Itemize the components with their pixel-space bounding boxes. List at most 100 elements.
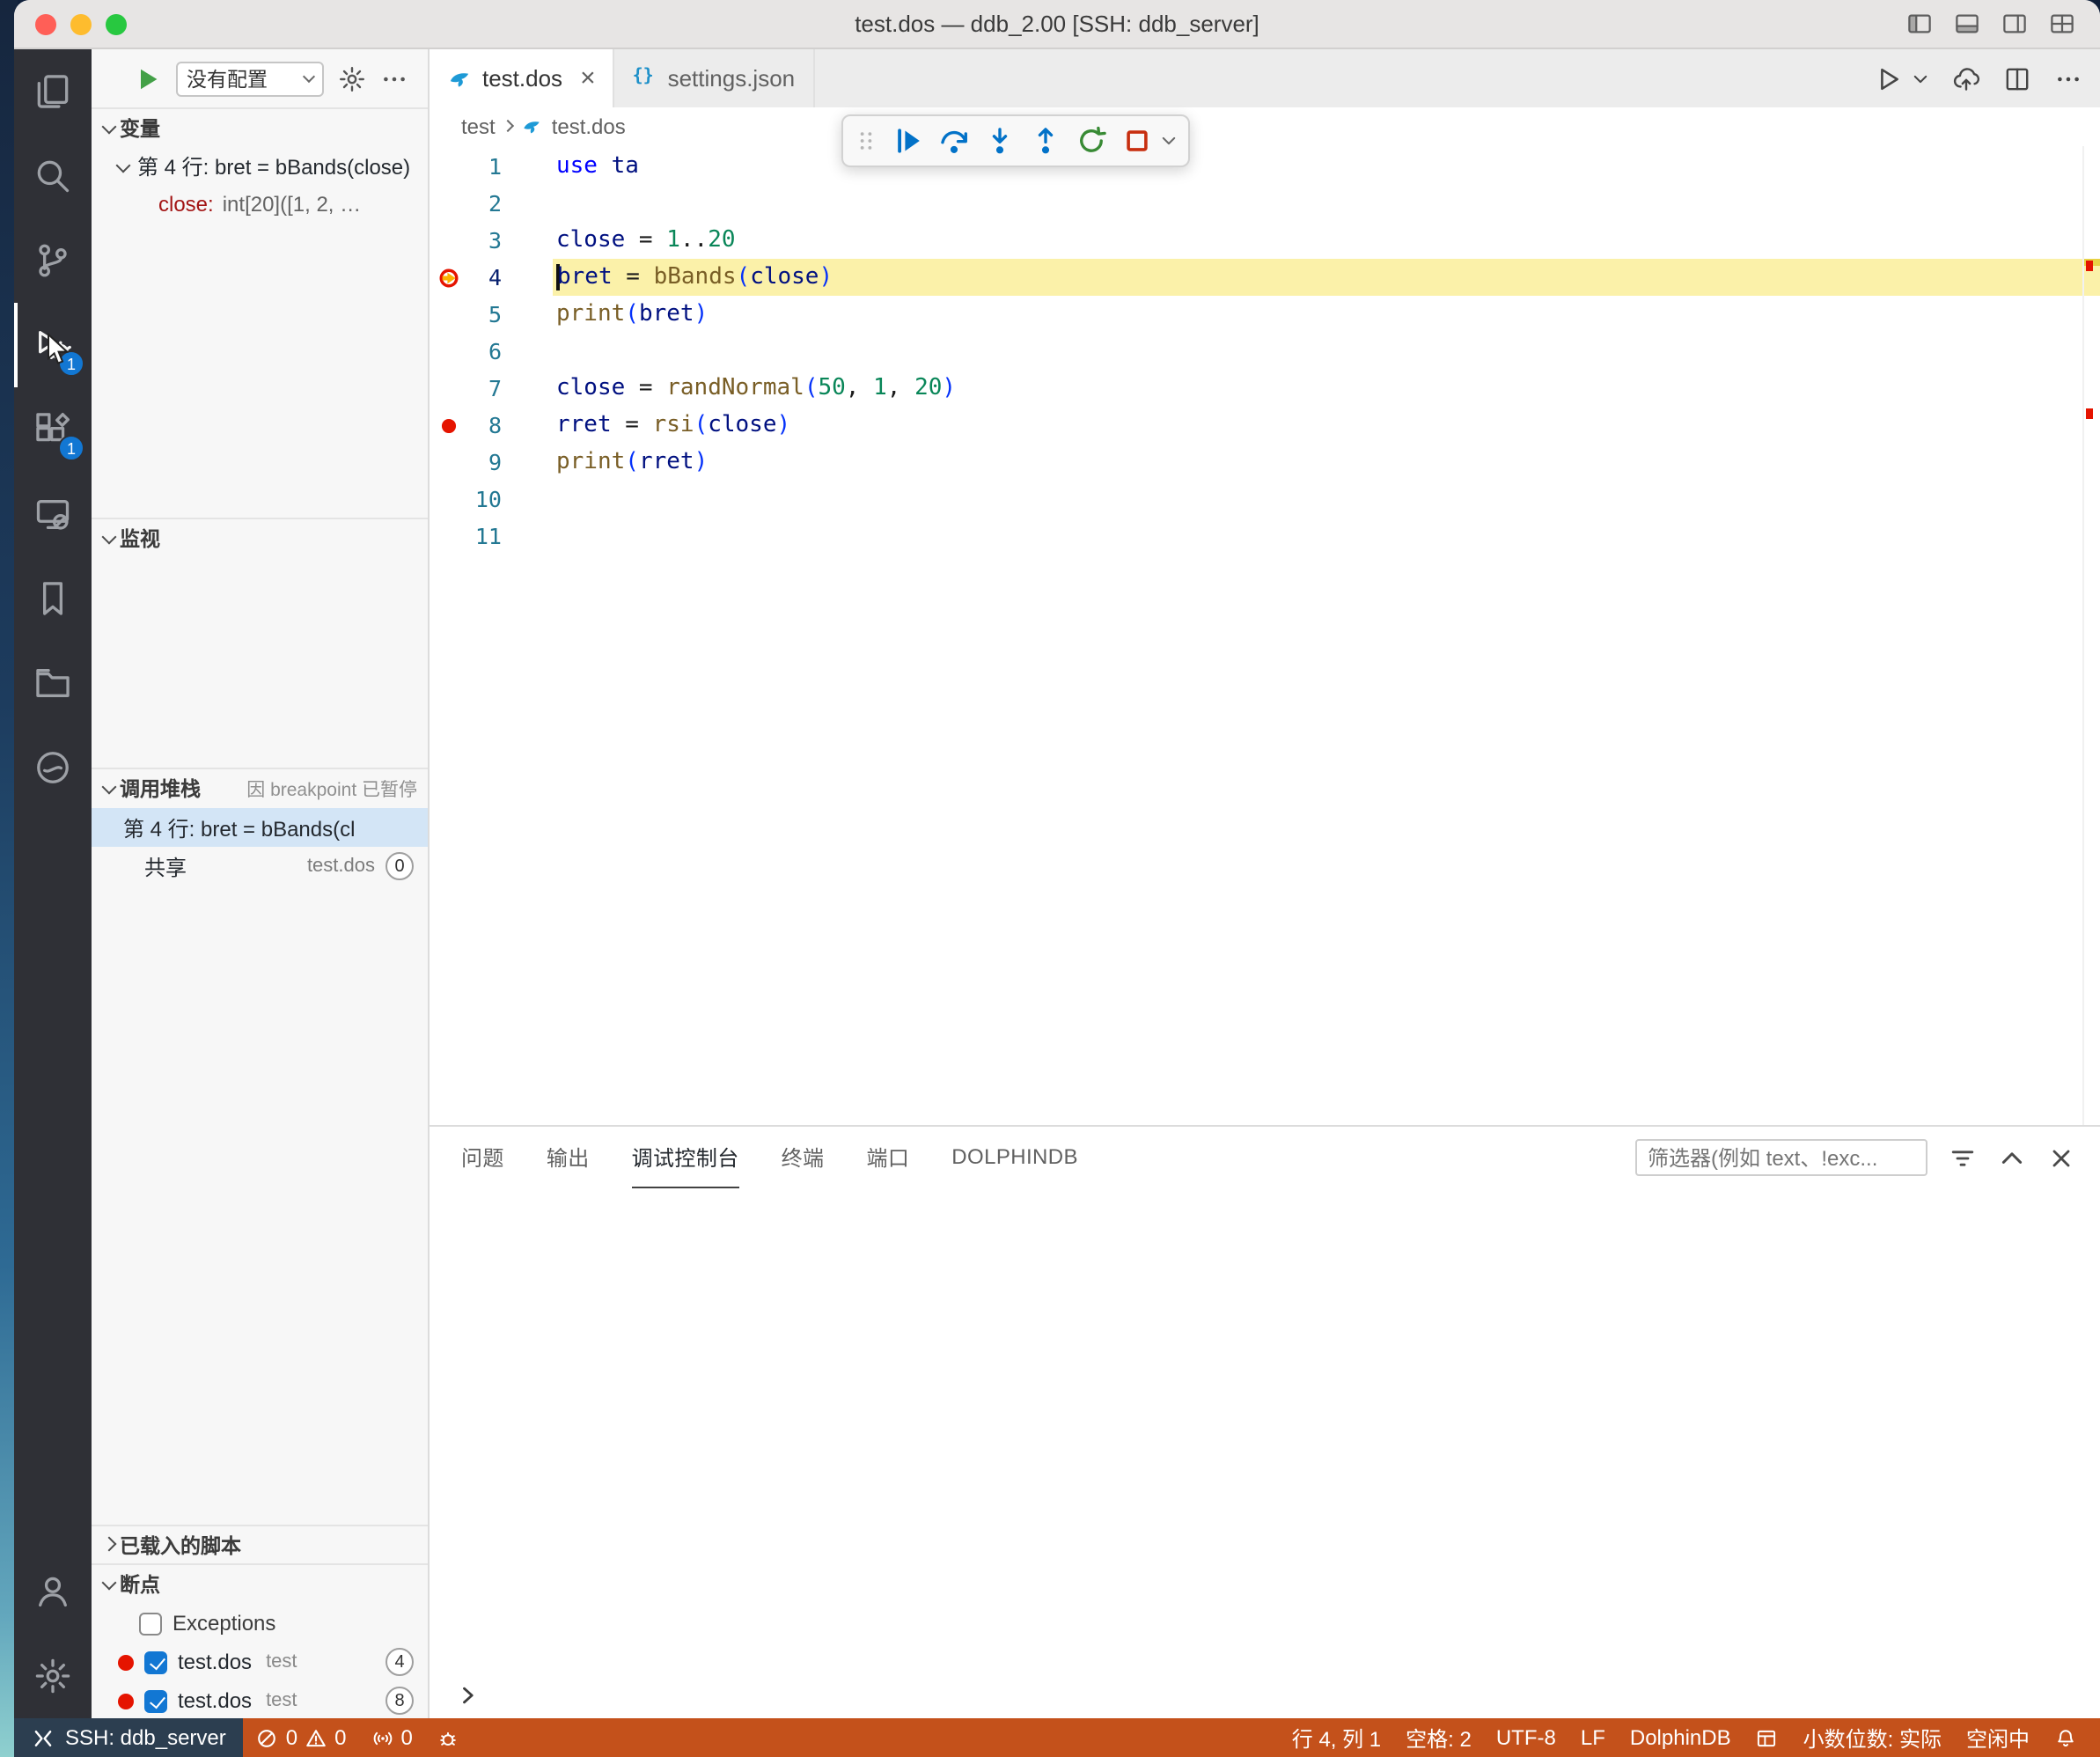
run-dropdown-icon[interactable] bbox=[1912, 70, 1929, 87]
panel-tab-DOLPHINDB[interactable]: DOLPHINDB bbox=[951, 1127, 1078, 1188]
breakpoint-checkbox[interactable] bbox=[144, 1650, 167, 1673]
activity-bookmarks[interactable] bbox=[14, 556, 92, 641]
more-editor-actions-icon[interactable] bbox=[2054, 64, 2082, 92]
code-line-3[interactable]: 3close = 1..20 bbox=[430, 222, 2100, 259]
line-number[interactable]: 1 bbox=[468, 148, 502, 185]
cursor-position-status[interactable]: 行 4, 列 1 bbox=[1280, 1718, 1393, 1757]
line-number[interactable]: 6 bbox=[468, 333, 502, 370]
breakpoints-header[interactable]: 断点 bbox=[92, 1565, 428, 1604]
eol-status[interactable]: LF bbox=[1568, 1718, 1618, 1757]
variables-scope-row[interactable]: 第 4 行: bret = bBands(close) bbox=[92, 148, 428, 185]
split-editor-icon[interactable] bbox=[2003, 64, 2031, 92]
panel-tab-终端[interactable]: 终端 bbox=[782, 1127, 825, 1188]
maximize-panel-icon[interactable] bbox=[1998, 1143, 2026, 1172]
activity-project-folders[interactable] bbox=[14, 641, 92, 725]
code-line-5[interactable]: 5print(bret) bbox=[430, 296, 2100, 333]
code-line-4[interactable]: 4bret = bBands(close) bbox=[430, 259, 2100, 296]
code-line-6[interactable]: 6 bbox=[430, 333, 2100, 370]
zoom-window-button[interactable] bbox=[106, 13, 127, 34]
run-file-icon[interactable] bbox=[1875, 64, 1903, 92]
toggle-panel-icon[interactable] bbox=[1954, 11, 1980, 37]
line-number[interactable]: 8 bbox=[468, 407, 502, 444]
exceptions-checkbox[interactable] bbox=[139, 1612, 162, 1635]
breakpoint-icon[interactable] bbox=[430, 413, 468, 437]
debug-status[interactable] bbox=[425, 1718, 473, 1757]
remote-indicator[interactable]: SSH: ddb_server bbox=[14, 1718, 244, 1757]
close-panel-icon[interactable] bbox=[2047, 1143, 2075, 1172]
panel-tab-输出[interactable]: 输出 bbox=[547, 1127, 590, 1188]
overview-ruler[interactable] bbox=[2082, 146, 2100, 1125]
line-number[interactable]: 4 bbox=[468, 259, 502, 296]
step-out-button[interactable] bbox=[1023, 120, 1068, 162]
encoding-status[interactable]: UTF-8 bbox=[1484, 1718, 1568, 1757]
restart-button[interactable] bbox=[1068, 120, 1114, 162]
code-line-9[interactable]: 9print(rret) bbox=[430, 444, 2100, 481]
activity-explorer[interactable] bbox=[14, 49, 92, 134]
activity-source-control[interactable] bbox=[14, 218, 92, 303]
line-number[interactable]: 7 bbox=[468, 370, 502, 407]
panel-tab-端口[interactable]: 端口 bbox=[866, 1127, 909, 1188]
activity-remote-explorer[interactable] bbox=[14, 472, 92, 556]
problems-status[interactable]: 0 0 bbox=[244, 1718, 359, 1757]
language-status[interactable]: DolphinDB bbox=[1618, 1718, 1744, 1757]
line-number[interactable]: 9 bbox=[468, 444, 502, 481]
panel-tab-调试控制台[interactable]: 调试控制台 bbox=[632, 1127, 739, 1188]
code-editor[interactable]: 1use ta23close = 1..204bret = bBands(clo… bbox=[430, 146, 2100, 1125]
more-actions-icon[interactable] bbox=[380, 64, 408, 92]
code-line-1[interactable]: 1use ta bbox=[430, 148, 2100, 185]
code-line-2[interactable]: 2 bbox=[430, 185, 2100, 222]
code-line-8[interactable]: 8rret = rsi(close) bbox=[430, 407, 2100, 444]
notifications-status[interactable] bbox=[2042, 1718, 2089, 1757]
breakpoint-item[interactable]: test.dostest4 bbox=[92, 1643, 428, 1681]
breakpoint-item[interactable]: test.dostest8 bbox=[92, 1681, 428, 1718]
minimize-window-button[interactable] bbox=[70, 13, 92, 34]
activity-accounts[interactable] bbox=[14, 1549, 92, 1634]
configure-gear-icon[interactable] bbox=[338, 64, 366, 92]
upload-icon[interactable] bbox=[1952, 64, 1980, 92]
code-line-10[interactable]: 10 bbox=[430, 481, 2100, 518]
drag-handle-icon[interactable] bbox=[854, 125, 878, 157]
toggle-secondary-sidebar-icon[interactable] bbox=[2001, 11, 2028, 37]
line-number[interactable]: 2 bbox=[468, 185, 502, 222]
step-over-button[interactable] bbox=[931, 120, 977, 162]
breadcrumb-folder[interactable]: test bbox=[461, 114, 496, 139]
close-tab-icon[interactable]: × bbox=[580, 65, 596, 92]
data-panel-status[interactable] bbox=[1744, 1718, 1791, 1757]
launch-config-dropdown[interactable]: 没有配置 bbox=[176, 61, 324, 96]
debug-console-output[interactable] bbox=[430, 1188, 2100, 1672]
line-number[interactable]: 11 bbox=[468, 518, 502, 555]
code-line-7[interactable]: 7close = randNormal(50, 1, 20) bbox=[430, 370, 2100, 407]
breadcrumb[interactable]: test test.dos bbox=[430, 107, 2100, 146]
activity-manage[interactable] bbox=[14, 1634, 92, 1718]
activity-extensions[interactable]: 1 bbox=[14, 387, 92, 472]
call-stack-header[interactable]: 调用堆栈 因 breakpoint 已暂停 bbox=[92, 769, 428, 808]
stack-frame-row[interactable]: 第 4 行: bret = bBands(cl bbox=[92, 808, 428, 847]
session-status[interactable]: 空闲中 bbox=[1954, 1718, 2042, 1757]
ports-status[interactable]: 0 bbox=[359, 1718, 425, 1757]
stop-button[interactable] bbox=[1114, 120, 1160, 162]
breakpoint-checkbox[interactable] bbox=[144, 1689, 167, 1712]
tab-settings.json[interactable]: {}settings.json bbox=[615, 49, 815, 107]
breakpoint-hit-icon[interactable] bbox=[430, 265, 468, 290]
close-window-button[interactable] bbox=[35, 13, 56, 34]
customize-layout-icon[interactable] bbox=[2049, 11, 2075, 37]
thread-row[interactable]: 共享 test.dos 0 bbox=[92, 847, 428, 886]
continue-button[interactable] bbox=[885, 120, 931, 162]
breadcrumb-file[interactable]: test.dos bbox=[552, 114, 626, 139]
loaded-scripts-header[interactable]: 已载入的脚本 bbox=[92, 1526, 428, 1563]
code-line-11[interactable]: 11 bbox=[430, 518, 2100, 555]
debug-console-input[interactable] bbox=[430, 1672, 2100, 1718]
variables-header[interactable]: 变量 bbox=[92, 109, 428, 148]
line-number[interactable]: 10 bbox=[468, 481, 502, 518]
panel-tab-问题[interactable]: 问题 bbox=[461, 1127, 504, 1188]
variable-row[interactable]: close: int[20]([1, 2, … bbox=[92, 185, 428, 222]
filter-icon[interactable] bbox=[1949, 1143, 1977, 1172]
activity-dolphindb[interactable] bbox=[14, 725, 92, 810]
indentation-status[interactable]: 空格: 2 bbox=[1393, 1718, 1484, 1757]
line-number[interactable]: 5 bbox=[468, 296, 502, 333]
panel-filter-input[interactable] bbox=[1635, 1139, 1927, 1176]
tab-test.dos[interactable]: test.dos× bbox=[430, 49, 615, 107]
step-into-button[interactable] bbox=[977, 120, 1023, 162]
line-number[interactable]: 3 bbox=[468, 222, 502, 259]
toggle-primary-sidebar-icon[interactable] bbox=[1906, 11, 1933, 37]
